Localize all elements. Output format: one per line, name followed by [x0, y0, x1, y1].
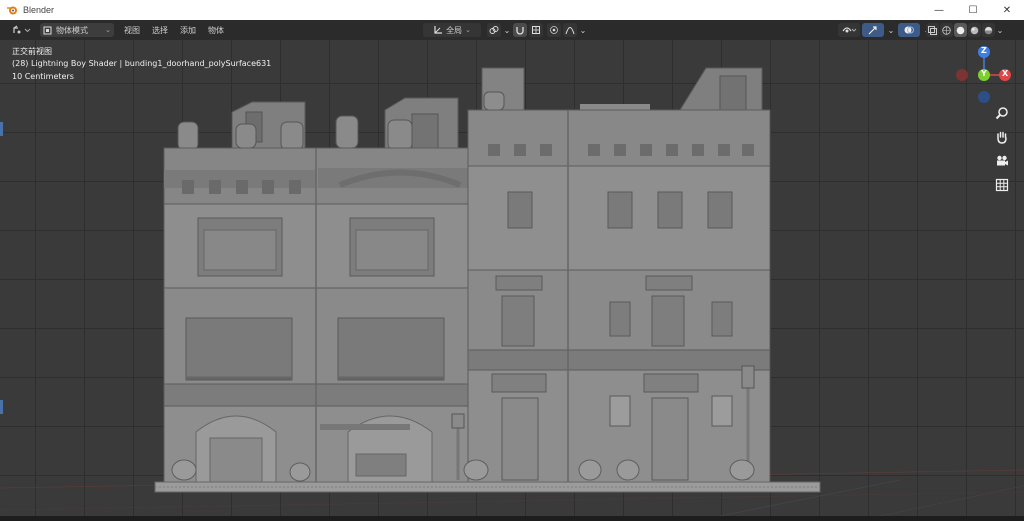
pivot-icon [434, 26, 443, 34]
maximize-button[interactable]: ☐ [956, 0, 990, 20]
editor-type-icon [13, 25, 31, 34]
proportional-edit-toggle[interactable] [547, 23, 561, 37]
navigation-gizmo[interactable]: Z X Y [950, 42, 1020, 112]
minimize-button[interactable]: — [922, 0, 956, 20]
chevron-down-icon: ⌄ [105, 26, 111, 34]
gizmo-x-label: X [1002, 69, 1009, 78]
falloff-dropdown[interactable]: ⌄ [579, 23, 587, 37]
viewport-toggles: ⌄ ⌄ [838, 23, 932, 37]
wireframe-shading[interactable] [940, 23, 953, 37]
rendered-sphere-icon [984, 26, 993, 34]
close-button[interactable]: ✕ [990, 0, 1024, 20]
left-panel-edge-lower [0, 400, 3, 414]
shading-dropdown[interactable]: ⌄ [996, 23, 1004, 37]
scene-render [0, 67, 1024, 516]
gizmo-dropdown[interactable]: ⌄ [886, 23, 896, 37]
camera-icon [997, 155, 1008, 166]
gizmo-toggle-icon [868, 26, 877, 35]
proportional-group: ⌄ [547, 23, 587, 37]
perspective-toggle-button[interactable] [992, 176, 1012, 194]
3d-viewport[interactable]: 正交前视图 (28) Lightning Boy Shader | bundin… [0, 40, 1024, 516]
snap-icon [516, 27, 524, 35]
snap-target-icon [532, 26, 540, 34]
falloff-button[interactable] [563, 23, 577, 37]
material-shading[interactable] [968, 23, 981, 37]
falloff-icon [565, 27, 575, 35]
menu-view[interactable]: 视图 [122, 23, 142, 37]
menu-add[interactable]: 添加 [178, 23, 198, 37]
building-left [163, 97, 469, 487]
material-sphere-icon [970, 26, 979, 34]
building-right [467, 67, 771, 487]
snap-target-button[interactable] [529, 23, 543, 37]
wireframe-sphere-icon [942, 25, 951, 35]
rendered-shading[interactable] [982, 23, 995, 37]
pivot-dropdown[interactable]: ⌄ [503, 23, 511, 37]
editor-type-button[interactable] [10, 23, 34, 37]
snap-toggle[interactable] [513, 23, 527, 37]
object-mode-dropdown[interactable]: 物体模式 ⌄ [40, 23, 114, 37]
object-mode-icon [43, 26, 52, 34]
shading-modes: ⌄ [926, 23, 1004, 37]
pan-button[interactable] [992, 128, 1012, 146]
solid-shading[interactable] [954, 23, 967, 37]
menu-object[interactable]: 物体 [206, 23, 226, 37]
visibility-icon [842, 27, 857, 33]
proportional-icon [550, 26, 558, 34]
object-info-label: (28) Lightning Boy Shader | bunding1_doo… [12, 59, 272, 68]
viewport-header: 物体模式 ⌄ 视图 选择 添加 物体 全局 ⌄ ⌄ ⌄ ⌄ ⌄ [0, 20, 1024, 40]
left-panel-edge [0, 122, 3, 136]
snap-group: ⌄ ⌄ [487, 23, 553, 37]
visibility-button[interactable] [838, 23, 860, 37]
overlay-icon [904, 26, 914, 34]
xray-toggle[interactable] [926, 23, 939, 37]
transform-orientation-dropdown[interactable]: 全局 ⌄ [423, 23, 481, 37]
zoom-button[interactable] [992, 104, 1012, 122]
solid-sphere-icon [956, 26, 965, 34]
gizmo-toggle-button[interactable] [862, 23, 884, 37]
gizmo-y-label: Y [981, 69, 987, 78]
zoom-icon [995, 107, 1008, 120]
view-name-label: 正交前视图 [12, 47, 52, 56]
window-title: Blender [23, 5, 55, 15]
pivot-point-button[interactable] [487, 23, 501, 37]
hand-pan-icon [997, 131, 1007, 144]
camera-view-button[interactable] [992, 152, 1012, 170]
xray-icon [928, 25, 937, 35]
link-icon [489, 26, 499, 34]
grid-icon [995, 178, 1009, 192]
status-bar [0, 516, 1024, 521]
gizmo-z-label: Z [981, 46, 987, 55]
grid-scale-label: 10 Centimeters [12, 72, 74, 81]
chevron-down-icon: ⌄ [465, 26, 471, 34]
navigation-tools [992, 104, 1012, 194]
blender-logo-icon [6, 4, 18, 16]
window-titlebar: Blender — ☐ ✕ [0, 0, 1024, 20]
transform-orientation-label: 全局 [446, 25, 463, 35]
overlay-toggle-button[interactable] [898, 23, 920, 37]
menu-select[interactable]: 选择 [150, 23, 170, 37]
object-mode-label: 物体模式 [56, 25, 88, 35]
